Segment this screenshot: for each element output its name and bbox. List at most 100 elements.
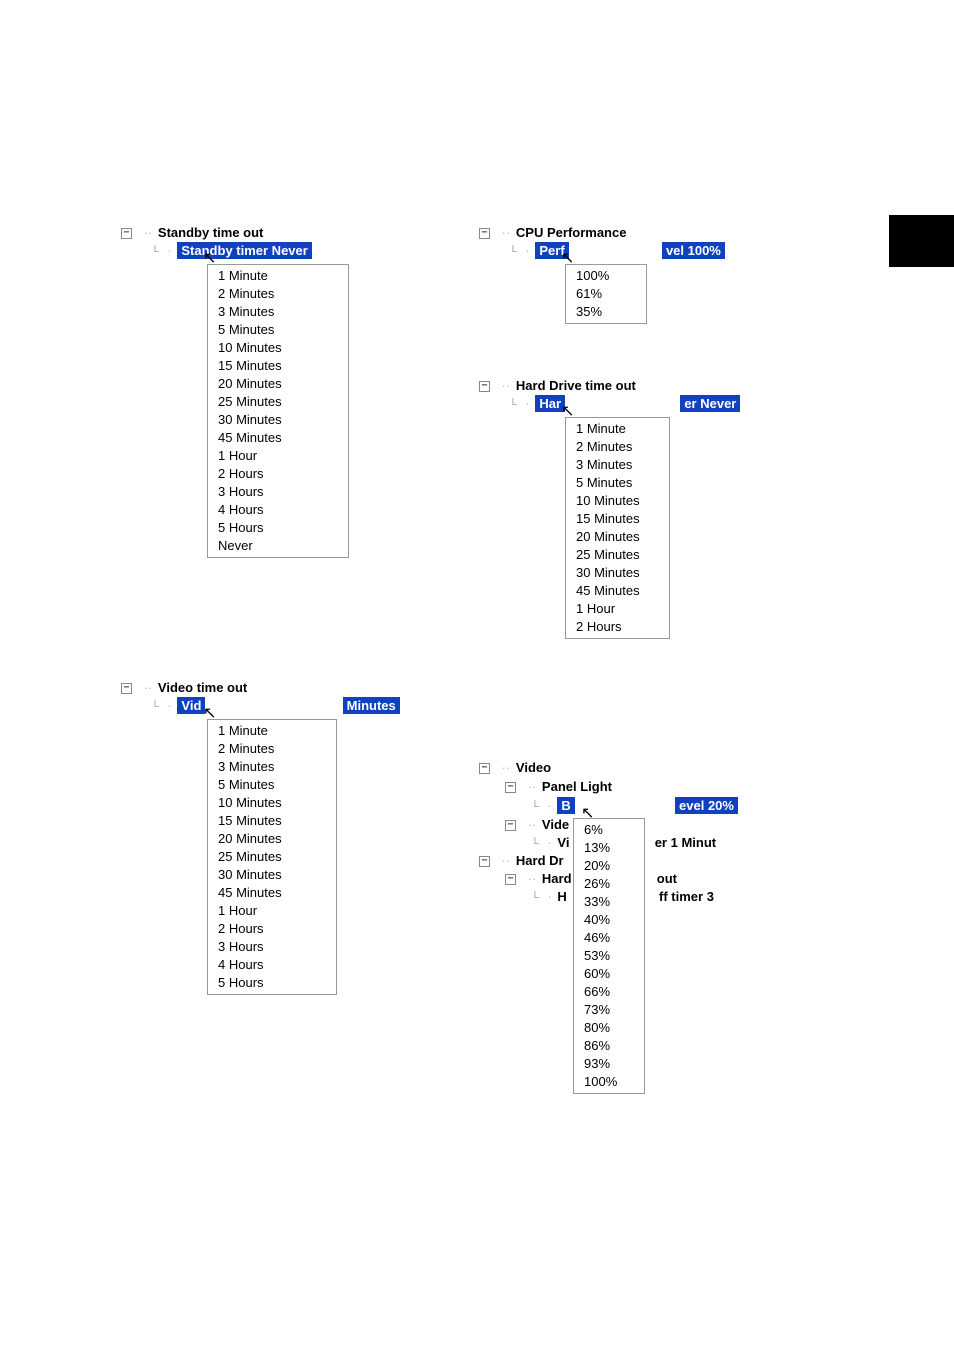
tree-connector: └ (531, 838, 539, 850)
dropdown-option[interactable]: 35% (566, 303, 646, 321)
dropdown-option[interactable]: 3 Minutes (566, 456, 669, 474)
cpu-label-left[interactable]: Perf (535, 242, 568, 259)
video-node[interactable]: Video (516, 760, 551, 775)
dropdown-option[interactable]: 20 Minutes (208, 375, 348, 393)
video-timer-left[interactable]: Vi (557, 835, 569, 850)
dropdown-option[interactable]: 20 Minutes (208, 830, 336, 848)
dots-icon: ·· (502, 760, 511, 775)
dropdown-option[interactable]: 1 Hour (566, 600, 669, 618)
panel-light-node[interactable]: Panel Light (542, 779, 612, 794)
minus-icon[interactable]: − (479, 856, 490, 867)
dropdown-option[interactable]: 2 Minutes (208, 740, 336, 758)
hard-drive-item-left[interactable]: H (557, 889, 566, 904)
dropdown-option[interactable]: 30 Minutes (566, 564, 669, 582)
video-timeout-title: Video time out (158, 680, 247, 695)
dropdown-option[interactable]: 80% (574, 1019, 644, 1037)
dropdown-option[interactable]: 6% (574, 821, 644, 839)
dropdown-option[interactable]: 5 Hours (208, 519, 348, 537)
dropdown-option[interactable]: 40% (574, 911, 644, 929)
dropdown-option[interactable]: 5 Hours (208, 974, 336, 992)
dropdown-option[interactable]: 3 Minutes (208, 758, 336, 776)
hdd-dropdown[interactable]: 1 Minute2 Minutes3 Minutes5 Minutes10 Mi… (565, 417, 670, 639)
dropdown-option[interactable]: 13% (574, 839, 644, 857)
dots-icon: ·· (528, 817, 537, 832)
dropdown-option[interactable]: 2 Minutes (208, 285, 348, 303)
dropdown-option[interactable]: 1 Minute (208, 722, 336, 740)
dropdown-option[interactable]: 2 Hours (208, 920, 336, 938)
dropdown-option[interactable]: 30 Minutes (208, 411, 348, 429)
dropdown-option[interactable]: 2 Hours (566, 618, 669, 636)
dots-icon: ·· (144, 680, 153, 695)
dropdown-option[interactable]: 15 Minutes (208, 357, 348, 375)
tree-connector: └ (509, 246, 517, 258)
dropdown-option[interactable]: 1 Minute (566, 420, 669, 438)
minus-icon[interactable]: − (479, 763, 490, 774)
dropdown-option[interactable]: 25 Minutes (566, 546, 669, 564)
dropdown-option[interactable]: 45 Minutes (208, 429, 348, 447)
cpu-label-right[interactable]: vel 100% (662, 242, 725, 259)
dropdown-option[interactable]: 25 Minutes (208, 393, 348, 411)
minus-icon[interactable]: − (505, 820, 516, 831)
hdd-label-right[interactable]: er Never (680, 395, 740, 412)
video-dropdown[interactable]: 1 Minute2 Minutes3 Minutes5 Minutes10 Mi… (207, 719, 337, 995)
dropdown-option[interactable]: 33% (574, 893, 644, 911)
dropdown-option[interactable]: 2 Hours (208, 465, 348, 483)
cpu-dropdown[interactable]: 100%61%35% (565, 264, 647, 324)
minus-icon[interactable]: − (121, 228, 132, 239)
dropdown-option[interactable]: 10 Minutes (208, 339, 348, 357)
brightness-dropdown[interactable]: 6%13%20%26%33%40%46%53%60%66%73%80%86%93… (573, 818, 645, 1094)
dropdown-option[interactable]: 20% (574, 857, 644, 875)
standby-dropdown[interactable]: 1 Minute2 Minutes3 Minutes5 Minutes10 Mi… (207, 264, 349, 558)
video-label-left[interactable]: Vid (177, 697, 205, 714)
dropdown-option[interactable]: 20 Minutes (566, 528, 669, 546)
dropdown-option[interactable]: 3 Hours (208, 483, 348, 501)
dropdown-option[interactable]: 60% (574, 965, 644, 983)
dropdown-option[interactable]: 73% (574, 1001, 644, 1019)
dropdown-option[interactable]: 1 Minute (208, 267, 348, 285)
minus-icon[interactable]: − (479, 381, 490, 392)
brightness-label-right[interactable]: evel 20% (675, 797, 738, 814)
dropdown-option[interactable]: 15 Minutes (208, 812, 336, 830)
hard-drive-node-trunc[interactable]: Hard Dr (516, 853, 564, 868)
dropdown-option[interactable]: 46% (574, 929, 644, 947)
dropdown-option[interactable]: 100% (574, 1073, 644, 1091)
dropdown-option[interactable]: Never (208, 537, 348, 555)
minus-icon[interactable]: − (505, 782, 516, 793)
dropdown-option[interactable]: 10 Minutes (566, 492, 669, 510)
dots-icon: · (167, 698, 171, 713)
standby-current-value[interactable]: Standby timer Never (177, 242, 311, 259)
dropdown-option[interactable]: 66% (574, 983, 644, 1001)
dropdown-option[interactable]: 5 Minutes (208, 776, 336, 794)
dropdown-option[interactable]: 5 Minutes (208, 321, 348, 339)
dropdown-option[interactable]: 53% (574, 947, 644, 965)
dropdown-option[interactable]: 45 Minutes (566, 582, 669, 600)
dropdown-option[interactable]: 45 Minutes (208, 884, 336, 902)
dropdown-option[interactable]: 3 Hours (208, 938, 336, 956)
minus-icon[interactable]: − (505, 874, 516, 885)
dropdown-option[interactable]: 26% (574, 875, 644, 893)
video-timeout-node-trunc[interactable]: Vide (542, 817, 569, 832)
brightness-label-left[interactable]: B (557, 797, 574, 814)
dropdown-option[interactable]: 93% (574, 1055, 644, 1073)
video-timeout-panel: − ·· Video time out └ · Vid Minutes ↖ 1 … (121, 680, 441, 714)
minus-icon[interactable]: − (121, 683, 132, 694)
dropdown-option[interactable]: 4 Hours (208, 501, 348, 519)
dropdown-option[interactable]: 61% (566, 285, 646, 303)
hard-drive-sub-left[interactable]: Hard (542, 871, 572, 886)
video-label-right[interactable]: Minutes (343, 697, 400, 714)
dropdown-option[interactable]: 10 Minutes (208, 794, 336, 812)
dropdown-option[interactable]: 100% (566, 267, 646, 285)
dropdown-option[interactable]: 3 Minutes (208, 303, 348, 321)
dropdown-option[interactable]: 1 Hour (208, 447, 348, 465)
dropdown-option[interactable]: 25 Minutes (208, 848, 336, 866)
dropdown-option[interactable]: 1 Hour (208, 902, 336, 920)
dropdown-option[interactable]: 30 Minutes (208, 866, 336, 884)
minus-icon[interactable]: − (479, 228, 490, 239)
dropdown-option[interactable]: 4 Hours (208, 956, 336, 974)
dropdown-option[interactable]: 86% (574, 1037, 644, 1055)
dropdown-option[interactable]: 15 Minutes (566, 510, 669, 528)
dots-icon: · (547, 798, 551, 813)
dropdown-option[interactable]: 5 Minutes (566, 474, 669, 492)
dropdown-option[interactable]: 2 Minutes (566, 438, 669, 456)
hdd-label-left[interactable]: Har (535, 395, 565, 412)
